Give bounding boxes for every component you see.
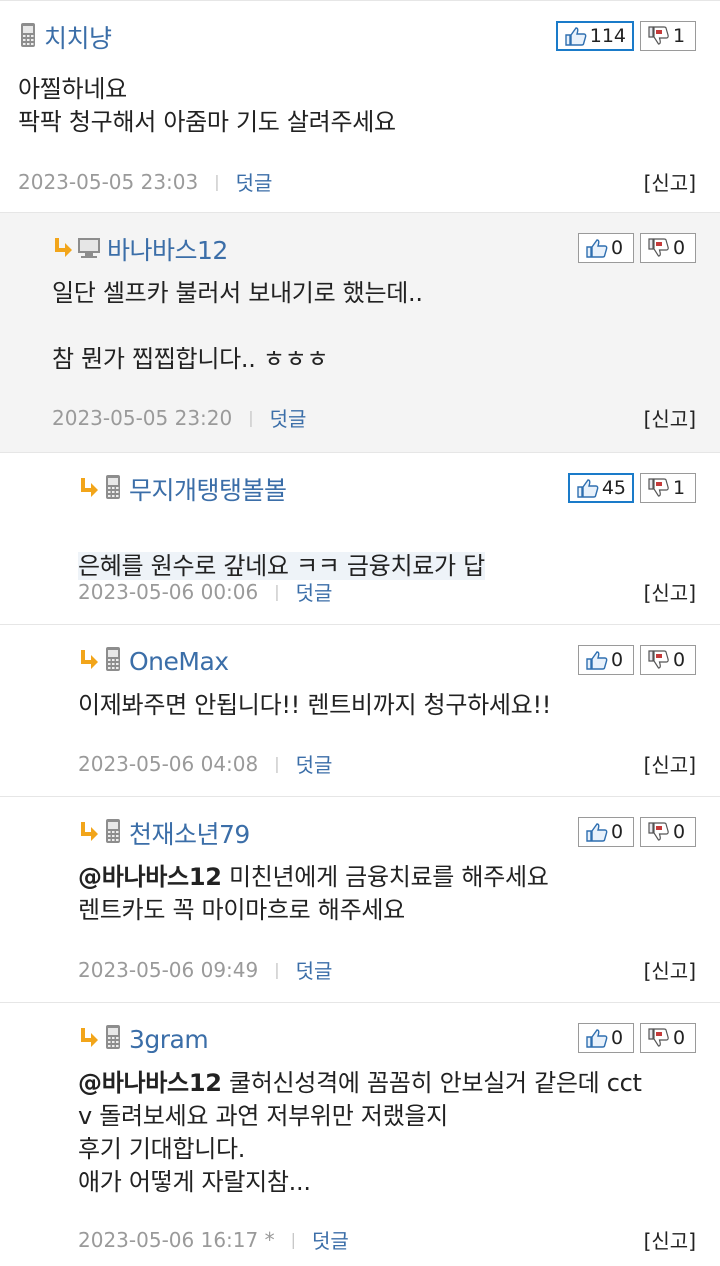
author-name[interactable]: 천재소년79 [129, 815, 250, 851]
dislike-button[interactable]: 0 [640, 817, 696, 847]
dislike-count: 1 [673, 477, 686, 499]
reply-arrow-icon [52, 236, 77, 262]
thumbs-up-icon [565, 27, 587, 46]
thumbs-up-icon [577, 479, 599, 498]
dislike-count: 0 [673, 821, 686, 843]
thumbs-up-icon [586, 1029, 608, 1048]
dislike-count: 0 [673, 1027, 686, 1049]
thumbs-up-icon [586, 651, 608, 670]
like-count: 114 [589, 25, 626, 47]
timestamp: 2023-05-05 23:03 [18, 169, 199, 194]
dislike-count: 0 [673, 237, 686, 259]
thumbs-down-icon [648, 478, 669, 497]
thumbs-down-icon [648, 1028, 669, 1047]
report-link[interactable]: [신고] [644, 167, 696, 196]
thumbs-down-icon [648, 238, 669, 257]
comment-body: 일단 셀프카 불러서 보내기로 했는데.. 참 뭔가 찝찝합니다.. ㅎㅎㅎ [52, 279, 423, 373]
like-button[interactable]: 114 [555, 21, 634, 51]
reply-link[interactable]: 덧글 [296, 577, 333, 606]
like-button[interactable]: 0 [578, 1023, 634, 1053]
desktop-computer-icon [77, 234, 107, 264]
like-count: 0 [611, 237, 624, 259]
timestamp: 2023-05-06 16:17 * [78, 1227, 275, 1252]
thumbs-down-icon [648, 822, 669, 841]
divider: | [248, 408, 254, 427]
mobile-phone-icon [103, 474, 129, 504]
dislike-button[interactable]: 1 [640, 21, 696, 51]
reply-link[interactable]: 덧글 [312, 1225, 349, 1254]
divider: | [274, 960, 280, 979]
reply-arrow-icon [78, 820, 103, 846]
like-button[interactable]: 0 [578, 233, 634, 263]
thumbs-down-icon [648, 650, 669, 669]
comment: 바나바스12 0 0 일단 셀프카 불러서 보내기로 했는데.. 참 뭔가 찝찝… [0, 213, 720, 453]
comment-list: 치치냥 114 1 아찔하네요 팍팍 청구해서 아줌마 기도 살려주세요 202… [0, 0, 720, 1265]
reply-arrow-icon [78, 1026, 103, 1052]
like-count: 45 [601, 477, 626, 499]
timestamp: 2023-05-05 23:20 [52, 405, 233, 430]
dislike-button[interactable]: 0 [640, 645, 696, 675]
mobile-phone-icon [103, 646, 129, 676]
comment: 치치냥 114 1 아찔하네요 팍팍 청구해서 아줌마 기도 살려주세요 202… [0, 0, 720, 213]
report-link[interactable]: [신고] [644, 577, 696, 606]
thumbs-up-icon [586, 823, 608, 842]
divider: | [214, 172, 220, 191]
comment: 무지개탱탱볼볼 45 1 은혜를 원수로 갚네요 ㅋㅋ 금융치료가 답 2023… [0, 453, 720, 625]
mobile-phone-icon [18, 22, 44, 52]
report-link[interactable]: [신고] [644, 1225, 696, 1254]
dislike-button[interactable]: 0 [640, 1023, 696, 1053]
divider: | [274, 754, 280, 773]
dislike-count: 0 [673, 649, 686, 671]
mention[interactable]: @바나바스12 [78, 1069, 222, 1097]
reply-link[interactable]: 덧글 [296, 955, 333, 984]
mention[interactable]: @바나바스12 [78, 863, 222, 891]
reply-link[interactable]: 덧글 [296, 749, 333, 778]
divider: | [290, 1230, 296, 1249]
reply-link[interactable]: 덧글 [236, 167, 273, 196]
mobile-phone-icon [103, 1024, 129, 1054]
author-name[interactable]: 바나바스12 [107, 231, 228, 267]
timestamp: 2023-05-06 09:49 [78, 957, 259, 982]
dislike-button[interactable]: 0 [640, 233, 696, 263]
like-count: 0 [611, 821, 624, 843]
comment-body: 아찔하네요 팍팍 청구해서 아줌마 기도 살려주세요 [18, 75, 396, 136]
author-name[interactable]: 3gram [129, 1025, 209, 1054]
reply-arrow-icon [78, 476, 103, 502]
timestamp: 2023-05-06 00:06 [78, 579, 259, 604]
comment: 3gram 0 0 @바나바스12 쿨허신성격에 꼼꼼히 안보실거 같은데 cc… [0, 1003, 720, 1265]
timestamp: 2023-05-06 04:08 [78, 751, 259, 776]
author-name[interactable]: 치치냥 [44, 19, 112, 55]
mobile-phone-icon [103, 818, 129, 848]
like-count: 0 [611, 649, 624, 671]
comment: OneMax 0 0 이제봐주면 안됩니다!! 렌트비까지 청구하세요!! 20… [0, 625, 720, 797]
reply-link[interactable]: 덧글 [270, 403, 307, 432]
report-link[interactable]: [신고] [644, 403, 696, 432]
divider: | [274, 582, 280, 601]
like-count: 0 [611, 1027, 624, 1049]
like-button[interactable]: 45 [567, 473, 634, 503]
dislike-button[interactable]: 1 [640, 473, 696, 503]
reply-arrow-icon [78, 648, 103, 674]
report-link[interactable]: [신고] [644, 955, 696, 984]
author-name[interactable]: OneMax [129, 647, 229, 676]
comment-body: 이제봐주면 안됩니다!! 렌트비까지 청구하세요!! [78, 691, 552, 719]
report-link[interactable]: [신고] [644, 749, 696, 778]
author-name[interactable]: 무지개탱탱볼볼 [129, 471, 287, 507]
like-button[interactable]: 0 [578, 645, 634, 675]
like-button[interactable]: 0 [578, 817, 634, 847]
dislike-count: 1 [673, 25, 686, 47]
comment: 천재소년79 0 0 @바나바스12 미친년에게 금융치료를 해주세요 렌트카도… [0, 797, 720, 1003]
thumbs-down-icon [648, 26, 669, 45]
thumbs-up-icon [586, 239, 608, 258]
comment-body: 은혜를 원수로 갚네요 ㅋㅋ 금융치료가 답 [78, 552, 485, 580]
